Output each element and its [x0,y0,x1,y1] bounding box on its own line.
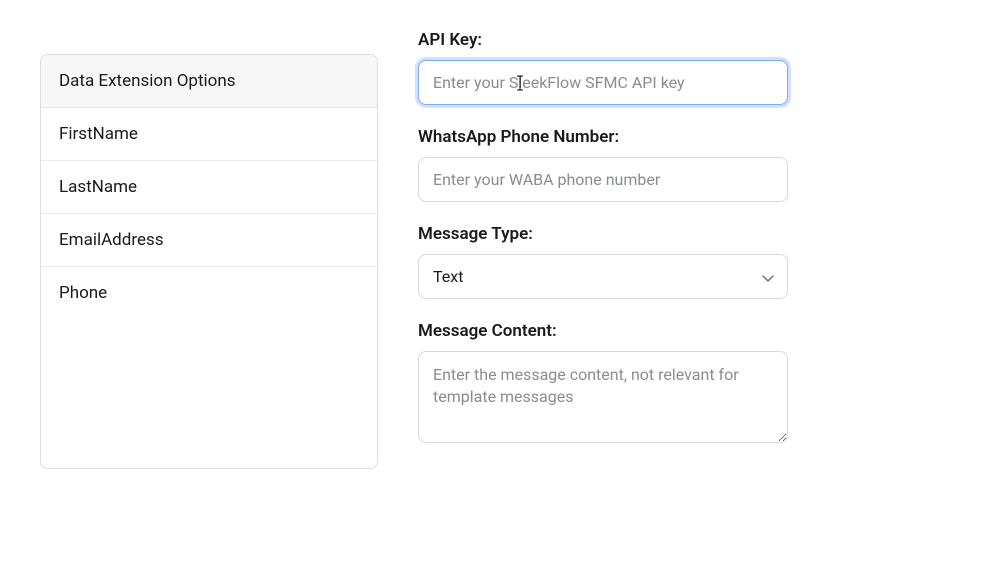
message-type-select-wrap: Text [418,254,788,299]
phone-number-label: WhatsApp Phone Number: [418,127,788,147]
message-content-textarea[interactable] [418,351,788,443]
text-cursor-indicator [418,60,788,105]
sidebar-item-firstname[interactable]: FirstName [41,108,377,161]
api-key-group: API Key: [418,30,788,105]
phone-number-group: WhatsApp Phone Number: [418,127,788,202]
message-type-label: Message Type: [418,224,788,244]
sidebar-item-phone[interactable]: Phone [41,267,377,319]
message-content-group: Message Content: [418,321,788,447]
sidebar-item-emailaddress[interactable]: EmailAddress [41,214,377,267]
sidebar-header: Data Extension Options [41,55,377,108]
message-type-select[interactable]: Text [418,254,788,299]
api-key-label: API Key: [418,30,788,50]
api-key-input[interactable] [418,60,788,105]
config-form: API Key: WhatsApp Phone Number: Message … [418,30,788,469]
sidebar-item-lastname[interactable]: LastName [41,161,377,214]
message-type-group: Message Type: Text [418,224,788,299]
layout: Data Extension Options FirstName LastNam… [40,30,957,469]
phone-number-input[interactable] [418,157,788,202]
data-extension-sidebar: Data Extension Options FirstName LastNam… [40,54,378,469]
message-content-label: Message Content: [418,321,788,341]
